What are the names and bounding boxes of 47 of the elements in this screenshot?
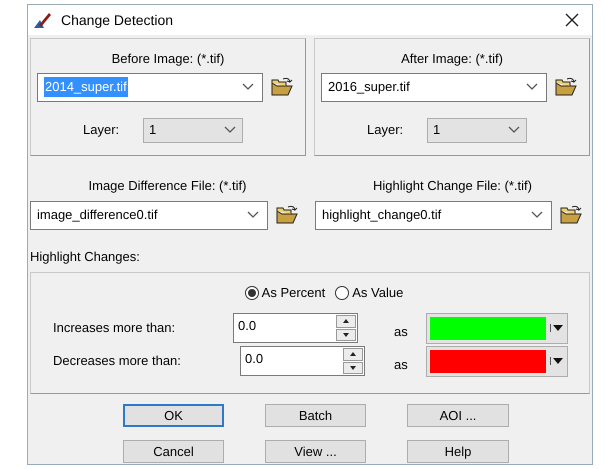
dialog-button[interactable]: View ... — [265, 440, 366, 463]
color-dropdown[interactable] — [426, 346, 568, 376]
dialog-button[interactable]: Cancel — [123, 440, 224, 463]
layer-label: Layer: — [83, 121, 120, 140]
field-label: Highlight Change File: (*.tif) — [372, 177, 533, 195]
radio-option[interactable]: As Value — [335, 283, 404, 302]
pen-icon — [33, 10, 53, 30]
window-title: Change Detection — [61, 10, 174, 30]
as-label: as — [394, 323, 409, 342]
caret-icon — [508, 126, 520, 134]
threshold-label: Increases more than: — [53, 319, 176, 338]
section-label: Highlight Changes: — [30, 248, 141, 266]
caret-icon — [531, 211, 543, 219]
dialog-button[interactable]: AOI ... — [407, 404, 509, 427]
close-icon[interactable] — [565, 13, 579, 27]
spin-down-icon[interactable] — [336, 328, 356, 341]
folder-icon[interactable] — [276, 205, 298, 225]
caret-icon — [247, 211, 259, 219]
spin-down-icon[interactable] — [343, 362, 363, 374]
as-label: as — [394, 356, 409, 374]
color-dropdown[interactable] — [426, 312, 568, 344]
spin-field[interactable]: 0.0 — [233, 313, 358, 343]
layer-dropdown[interactable]: 1 — [143, 118, 243, 142]
layer-dropdown[interactable]: 1 — [427, 118, 527, 142]
caret-icon — [550, 324, 563, 332]
caret-icon — [224, 126, 236, 134]
dialog-button[interactable]: OK — [123, 404, 224, 427]
field-label: After Image: (*.tif) — [400, 50, 504, 68]
file-combo[interactable]: 2016_super.tif — [321, 72, 547, 102]
folder-icon[interactable] — [271, 77, 293, 97]
folder-icon[interactable] — [555, 77, 577, 97]
file-combo[interactable]: highlight_change0.tif — [315, 200, 552, 230]
caret-icon — [242, 83, 254, 91]
field-label: Image Difference File: (*.tif) — [88, 177, 248, 195]
spin-up-icon[interactable] — [343, 348, 363, 360]
dialog-button[interactable]: Batch — [265, 404, 366, 427]
caret-icon — [550, 357, 563, 365]
folder-icon[interactable] — [560, 205, 582, 225]
file-combo[interactable]: image_difference0.tif — [30, 200, 268, 230]
field-label: Before Image: (*.tif) — [110, 50, 226, 68]
layer-label: Layer: — [367, 121, 404, 140]
dialog-button[interactable]: Help — [407, 440, 509, 463]
threshold-label: Decreases more than: — [53, 352, 182, 370]
radio-option[interactable]: As Percent — [244, 283, 326, 302]
spin-field[interactable]: 0.0 — [240, 346, 365, 376]
caret-icon — [526, 83, 538, 91]
spin-up-icon[interactable] — [336, 315, 356, 328]
